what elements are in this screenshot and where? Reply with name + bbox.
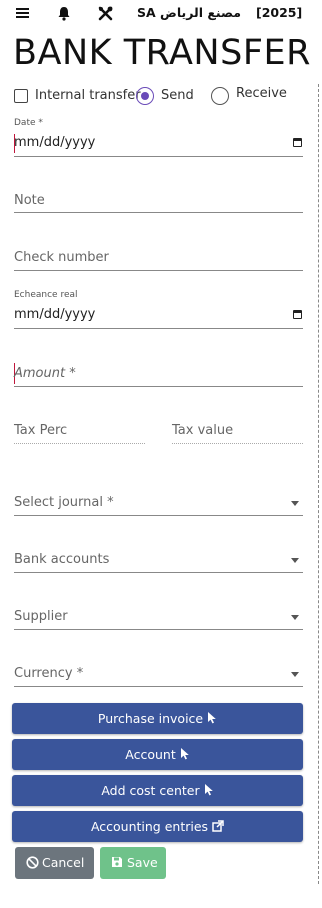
cancel-button[interactable]: Cancel [15, 847, 94, 879]
accounting-entries-label: Accounting entries [90, 819, 209, 834]
date-value[interactable]: mm/dd/yyyy [14, 135, 95, 150]
calendar-icon[interactable] [293, 138, 302, 147]
supplier-select[interactable]: Supplier [14, 606, 303, 630]
supplier-placeholder: Supplier [14, 609, 68, 624]
internal-transfer-checkbox[interactable] [14, 89, 28, 103]
journal-placeholder: Select journal * [14, 495, 114, 510]
send-radio[interactable] [136, 87, 154, 105]
bell-icon[interactable] [57, 6, 73, 22]
external-link-icon [212, 812, 224, 843]
menu-icon[interactable] [16, 6, 32, 22]
echeance-label: Echeance real [14, 290, 78, 300]
note-field[interactable]: Note [14, 190, 303, 213]
tax-perc-placeholder: Tax Perc [14, 423, 68, 438]
ban-icon [26, 856, 39, 869]
chevron-down-icon[interactable] [291, 558, 299, 563]
page-title: BANK TRANSFER [13, 33, 311, 73]
bank-accounts-select[interactable]: Bank accounts [14, 549, 303, 573]
pointer-icon [180, 740, 190, 771]
check-number-field[interactable]: Check number [14, 247, 303, 271]
tax-perc-field[interactable]: Tax Perc [14, 421, 145, 444]
currency-placeholder: Currency * [14, 666, 84, 681]
chevron-down-icon[interactable] [291, 672, 299, 677]
journal-select[interactable]: Select journal * [14, 492, 303, 516]
fiscal-year[interactable]: [2025] [256, 5, 302, 20]
pointer-icon [204, 776, 214, 807]
receive-label: Receive [236, 86, 287, 101]
amount-placeholder: Amount * [14, 366, 76, 381]
echeance-value[interactable]: mm/dd/yyyy [14, 307, 95, 322]
save-label: Save [127, 855, 158, 870]
chevron-down-icon[interactable] [291, 501, 299, 506]
account-label: Account [125, 747, 176, 762]
save-icon [112, 857, 122, 867]
divider [318, 84, 319, 884]
tools-icon[interactable] [98, 6, 114, 22]
cancel-label: Cancel [42, 855, 85, 870]
tax-value-placeholder: Tax value [172, 423, 234, 438]
accounting-entries-button[interactable]: Accounting entries [12, 811, 303, 842]
echeance-field[interactable]: Echeance real mm/dd/yyyy [14, 290, 303, 329]
date-field[interactable]: Date * mm/dd/yyyy [14, 118, 303, 157]
receive-radio[interactable] [211, 87, 229, 105]
save-button[interactable]: Save [100, 847, 166, 879]
add-cost-center-label: Add cost center [101, 783, 200, 798]
top-bar: مصنع الرياض SA [2025] [0, 0, 322, 28]
bank-accounts-placeholder: Bank accounts [14, 552, 110, 567]
pointer-icon [207, 704, 217, 735]
check-number-placeholder: Check number [14, 250, 109, 265]
add-cost-center-button[interactable]: Add cost center [12, 775, 303, 806]
send-label: Send [161, 88, 194, 103]
purchase-invoice-label: Purchase invoice [97, 711, 204, 726]
account-button[interactable]: Account [12, 739, 303, 770]
chevron-down-icon[interactable] [291, 615, 299, 620]
date-label: Date * [14, 118, 43, 128]
transfer-type-row: Internal transfer Send Receive [14, 86, 314, 106]
calendar-icon[interactable] [293, 310, 302, 319]
internal-transfer-label: Internal transfer [35, 88, 141, 103]
purchase-invoice-button[interactable]: Purchase invoice [12, 703, 303, 734]
tax-value-field[interactable]: Tax value [172, 421, 303, 444]
company-name[interactable]: مصنع الرياض SA [137, 5, 241, 20]
amount-field[interactable]: Amount * [14, 362, 303, 387]
note-placeholder: Note [14, 193, 45, 208]
currency-select[interactable]: Currency * [14, 663, 303, 687]
